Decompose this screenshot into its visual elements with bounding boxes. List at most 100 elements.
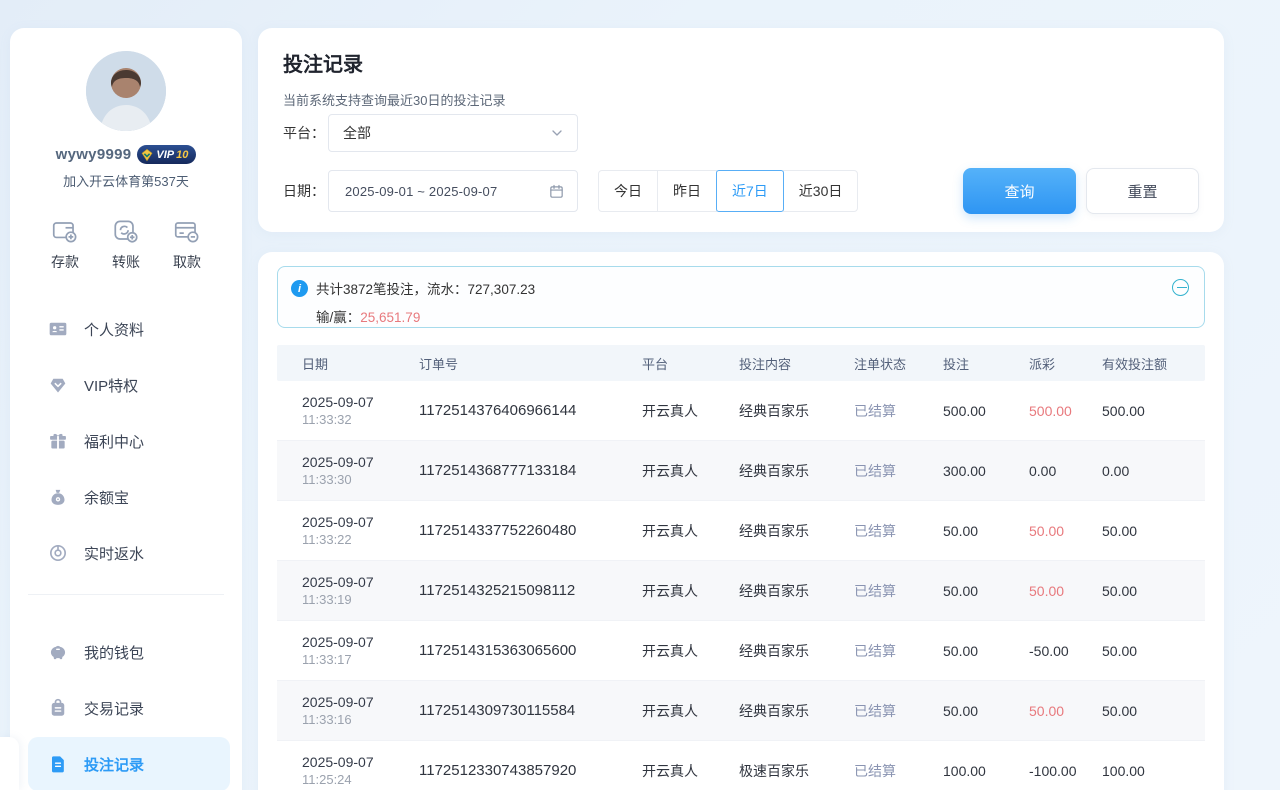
page-title: 投注记录 [283, 48, 1199, 77]
platform-selected-value: 全部 [343, 123, 549, 143]
cell-valid-bet: 50.00 [1102, 523, 1205, 539]
chevron-down-icon [549, 125, 565, 141]
cell-payout: -100.00 [1029, 763, 1102, 779]
sidebar-item-bet-records[interactable]: 投注记录 [28, 737, 230, 790]
platform-label: 平台： [283, 123, 328, 143]
document-icon [48, 754, 68, 774]
column-header: 派彩 [1029, 354, 1102, 373]
withdraw-icon [172, 216, 202, 246]
cell-payout: 500.00 [1029, 403, 1102, 419]
id-card-icon [48, 319, 68, 339]
cell-status: 已结算 [854, 641, 943, 661]
sidebar-item-label: VIP特权 [84, 375, 138, 396]
column-header: 投注 [943, 354, 1029, 373]
sidebar-menu-bottom: 我的钱包交易记录投注记录 [10, 625, 242, 790]
date-label: 日期： [283, 181, 328, 201]
table-header-row: 日期订单号平台投注内容注单状态投注派彩有效投注额 [277, 345, 1205, 381]
deposit-icon [50, 216, 80, 246]
join-days-text: 加入开云体育第537天 [10, 171, 242, 190]
cell-platform: 开云真人 [642, 701, 739, 721]
sidebar-item-vip-privileges[interactable]: VIP特权 [28, 358, 230, 412]
sidebar-item-yuebao[interactable]: 余额宝 [28, 470, 230, 524]
bet-records-table: 日期订单号平台投注内容注单状态投注派彩有效投注额 2025-09-0711:33… [277, 345, 1205, 790]
sidebar-item-my-wallet[interactable]: 我的钱包 [28, 625, 230, 679]
cell-valid-bet: 100.00 [1102, 763, 1205, 779]
sidebar-item-label: 交易记录 [84, 698, 144, 719]
range-button-last-7-days[interactable]: 近7日 [716, 170, 784, 212]
cell-status: 已结算 [854, 581, 943, 601]
cell-bet-amount: 300.00 [943, 463, 1029, 479]
sidebar-item-realtime-rebate[interactable]: 实时返水 [28, 526, 230, 580]
cell-bet-amount: 100.00 [943, 763, 1029, 779]
cell-payout: 0.00 [1029, 463, 1102, 479]
avatar [86, 51, 166, 131]
platform-select[interactable]: 全部 [328, 114, 578, 152]
column-header: 有效投注额 [1102, 354, 1205, 373]
sidebar-menu-top: 个人资料 VIP特权福利中心余额宝实时返水 [10, 302, 242, 580]
quick-actions: 存款转账取款 [10, 216, 242, 272]
loss-win-label: 输/赢： [316, 310, 360, 325]
side-drawer-handle[interactable] [0, 737, 19, 790]
date-range-input[interactable]: 2025-09-01 ~ 2025-09-07 [328, 170, 578, 212]
summary-box: i 共计3872笔投注，流水：727,307.23 输/赢：25,651.79 [277, 266, 1205, 328]
table-row: 2025-09-0711:33:301172514368777133184开云真… [277, 441, 1205, 501]
table-row: 2025-09-0711:33:161172514309730115584开云真… [277, 681, 1205, 741]
column-header: 日期 [302, 354, 419, 373]
cell-bet-content: 经典百家乐 [739, 701, 854, 721]
cell-valid-bet: 50.00 [1102, 643, 1205, 659]
sidebar-item-profile[interactable]: 个人资料 [28, 302, 230, 356]
summary-loss-win: 输/赢：25,651.79 [316, 306, 1188, 326]
range-button-yesterday[interactable]: 昨日 [657, 170, 717, 212]
cell-status: 已结算 [854, 401, 943, 421]
diamond-icon [48, 375, 68, 395]
quick-action-label: 取款 [173, 252, 201, 272]
cell-date: 2025-09-0711:33:22 [302, 514, 419, 547]
sidebar-item-label: 我的钱包 [84, 642, 144, 663]
info-icon: i [291, 280, 308, 297]
cell-date: 2025-09-0711:33:17 [302, 634, 419, 667]
table-row: 2025-09-0711:33:171172514315363065600开云真… [277, 621, 1205, 681]
table-body: 2025-09-0711:33:321172514376406966144开云真… [277, 381, 1205, 790]
cell-valid-bet: 50.00 [1102, 583, 1205, 599]
cell-order-id: 1172514325215098112 [419, 582, 642, 599]
username: wywy9999 [56, 146, 132, 163]
column-header: 订单号 [419, 354, 642, 373]
cell-date: 2025-09-0711:33:30 [302, 454, 419, 487]
vip-badge: VIP10 [137, 145, 196, 164]
cell-status: 已结算 [854, 521, 943, 541]
sidebar-item-transaction-records[interactable]: 交易记录 [28, 681, 230, 735]
gift-icon [48, 431, 68, 451]
cell-platform: 开云真人 [642, 581, 739, 601]
cell-bet-content: 经典百家乐 [739, 581, 854, 601]
range-button-today[interactable]: 今日 [598, 170, 658, 212]
cell-bet-content: 经典百家乐 [739, 401, 854, 421]
cell-date: 2025-09-0711:25:24 [302, 754, 419, 787]
transfer-button[interactable]: 转账 [111, 216, 141, 272]
filter-panel: 投注记录 当前系统支持查询最近30日的投注记录 平台： 全部 日期： 2025-… [258, 28, 1224, 232]
rebate-icon [48, 543, 68, 563]
cell-payout: 50.00 [1029, 523, 1102, 539]
reset-button[interactable]: 重置 [1086, 168, 1199, 214]
cell-valid-bet: 50.00 [1102, 703, 1205, 719]
withdraw-button[interactable]: 取款 [172, 216, 202, 272]
sidebar-item-label: 个人资料 [84, 319, 144, 340]
column-header: 投注内容 [739, 354, 854, 373]
sidebar-item-welfare-center[interactable]: 福利中心 [28, 414, 230, 468]
cell-payout: -50.00 [1029, 643, 1102, 659]
table-row: 2025-09-0711:33:221172514337752260480开云真… [277, 501, 1205, 561]
vip-level: 10 [176, 149, 188, 161]
ledger-icon [48, 698, 68, 718]
cell-payout: 50.00 [1029, 583, 1102, 599]
sidebar-divider [28, 594, 224, 595]
vip-diamond-icon [140, 148, 154, 162]
query-button[interactable]: 查询 [963, 168, 1076, 214]
table-row: 2025-09-0711:33:191172514325215098112开云真… [277, 561, 1205, 621]
collapse-icon[interactable] [1172, 279, 1189, 296]
column-header: 注单状态 [854, 354, 943, 373]
deposit-button[interactable]: 存款 [50, 216, 80, 272]
cell-order-id: 1172514376406966144 [419, 402, 642, 419]
calendar-icon [548, 183, 565, 200]
range-button-last-30-days[interactable]: 近30日 [783, 170, 859, 212]
cell-valid-bet: 0.00 [1102, 463, 1205, 479]
cell-platform: 开云真人 [642, 641, 739, 661]
